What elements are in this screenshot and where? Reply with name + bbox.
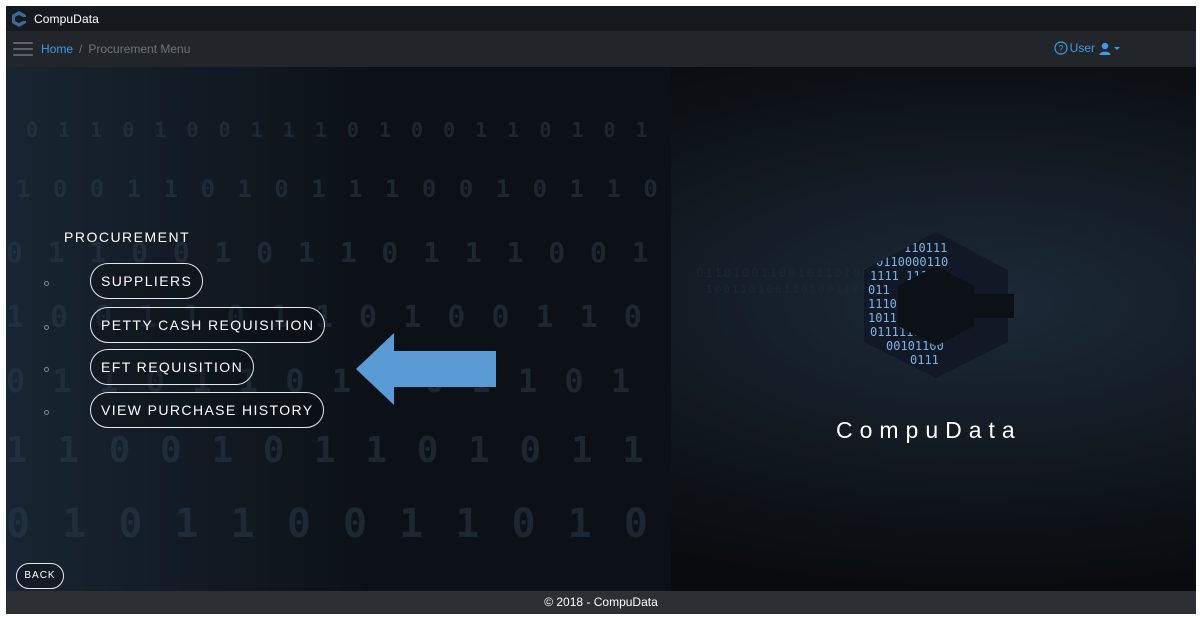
breadcrumb-current: Procurement Menu	[88, 42, 191, 56]
back-button[interactable]: BACK	[16, 563, 64, 589]
suppliers-button[interactable]: SUPPLIERS	[90, 263, 204, 299]
svg-text:110111: 110111	[904, 241, 947, 255]
petty-cash-requisition-button[interactable]: PETTY CASH REQUISITION	[90, 307, 326, 343]
app-title: CompuData	[34, 11, 99, 26]
compudata-logo-icon	[12, 10, 26, 27]
title-bar: CompuData	[6, 6, 1196, 32]
bullet-icon	[44, 281, 49, 286]
breadcrumb-home-link[interactable]: Home	[41, 42, 73, 56]
hero-banner: 0 1 1 0 1 0 0 1 1 1 0 1 0 0 1 1 0 1 0 1 …	[6, 67, 1196, 591]
compudata-binary-logo-icon: 110111 0110000110 1111 1110 011 1110 101…	[864, 232, 1014, 378]
top-navbar: Home / Procurement Menu ? User	[6, 31, 1196, 67]
user-label[interactable]: User	[1070, 41, 1095, 55]
svg-text:1110: 1110	[868, 297, 897, 311]
app-window: CompuData Home / Procurement Menu ? User	[6, 6, 1196, 614]
chevron-down-icon[interactable]	[1113, 44, 1121, 52]
svg-text:0 1 0 1 1 0 0 1 1 0 1 0: 0 1 0 1 1 0 0 1 1 0 1 0	[6, 501, 652, 547]
bullet-icon	[44, 367, 49, 372]
help-circle-icon[interactable]: ?	[1054, 41, 1068, 55]
footer: © 2018 - CompuData	[6, 591, 1196, 614]
eft-requisition-button[interactable]: EFT REQUISITION	[90, 349, 255, 385]
user-icon[interactable]	[1099, 42, 1111, 55]
user-menu[interactable]: ? User	[1054, 41, 1121, 55]
breadcrumb-separator: /	[79, 42, 83, 56]
procurement-section-title: PROCUREMENT	[64, 229, 191, 245]
bullet-icon	[44, 325, 49, 330]
brand-name: CompuData	[836, 417, 1022, 443]
bullet-icon	[44, 410, 49, 415]
svg-text:1 1 0 0 1 0 1 1 0 1 0 1 1: 1 1 0 0 1 0 1 1 0 1 0 1 1	[6, 430, 648, 471]
svg-text:011: 011	[868, 283, 890, 297]
hamburger-menu-icon[interactable]	[13, 42, 33, 56]
svg-text:0111: 0111	[910, 353, 939, 367]
svg-text:?: ?	[1058, 44, 1063, 54]
svg-text:0 1 1 0 1 0 0 1 1 1 0 1 0 0 1: 0 1 1 0 1 0 0 1 1 1 0 1 0 0 1 1 0 1 0 1	[26, 118, 652, 142]
svg-text:1 0 0 1 1 0 1 0 1 1 1 0 0 1 0: 1 0 0 1 1 0 1 0 1 1 1 0 0 1 0 1 1 0	[16, 175, 662, 203]
view-purchase-history-button[interactable]: VIEW PURCHASE HISTORY	[90, 392, 325, 428]
arrow-left-icon	[356, 333, 496, 405]
